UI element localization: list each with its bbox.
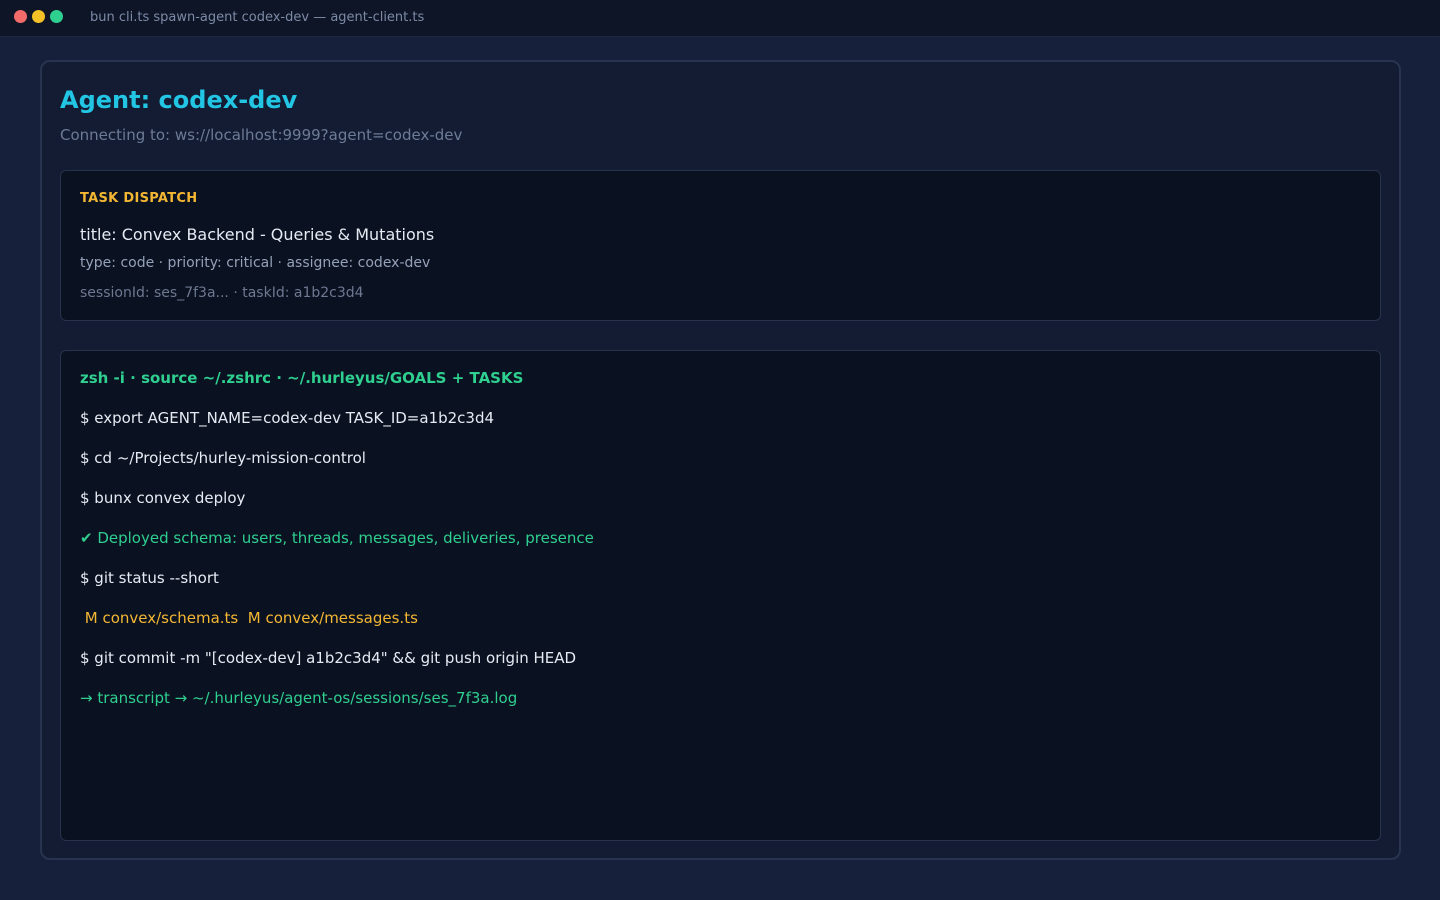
agent-panel: Agent: codex-dev Connecting to: ws://loc… — [40, 60, 1401, 860]
task-dispatch-card: TASK DISPATCH title: Convex Backend - Qu… — [60, 170, 1381, 321]
task-ids: sessionId: ses_7f3a... · taskId: a1b2c3d… — [80, 285, 364, 301]
close-window-button[interactable] — [14, 10, 27, 23]
terminal-line-transcript[interactable]: → transcript → ~/.hurleyus/agent-os/sess… — [80, 689, 517, 707]
terminal-header: zsh -i · source ~/.zshrc · ~/.hurleyus/G… — [80, 369, 524, 387]
terminal-line-git-commit: $ git commit -m "[codex-dev] a1b2c3d4" &… — [80, 649, 577, 667]
window-titlebar: bun cli.ts spawn-agent codex-dev — agent… — [0, 0, 1440, 37]
connection-status: Connecting to: ws://localhost:9999?agent… — [60, 126, 463, 144]
terminal-line-git-status: $ git status --short — [80, 569, 219, 587]
minimize-window-button[interactable] — [32, 10, 45, 23]
maximize-window-button[interactable] — [50, 10, 63, 23]
terminal-output[interactable]: zsh -i · source ~/.zshrc · ~/.hurleyus/G… — [60, 350, 1381, 841]
terminal-line-cd: $ cd ~/Projects/hurley-mission-control — [80, 449, 366, 467]
terminal-line-deploy: $ bunx convex deploy — [80, 489, 246, 507]
terminal-line-modified-files: M convex/schema.ts M convex/messages.ts — [80, 609, 418, 627]
terminal-line-deploy-success: ✔ Deployed schema: users, threads, messa… — [80, 529, 594, 547]
agent-title: Agent: codex-dev — [60, 86, 298, 114]
window-title: bun cli.ts spawn-agent codex-dev — agent… — [90, 10, 425, 25]
task-meta: type: code · priority: critical · assign… — [80, 255, 431, 271]
terminal-line-export: $ export AGENT_NAME=codex-dev TASK_ID=a1… — [80, 409, 495, 427]
task-title: title: Convex Backend - Queries & Mutati… — [80, 225, 435, 244]
task-dispatch-label: TASK DISPATCH — [80, 191, 198, 206]
